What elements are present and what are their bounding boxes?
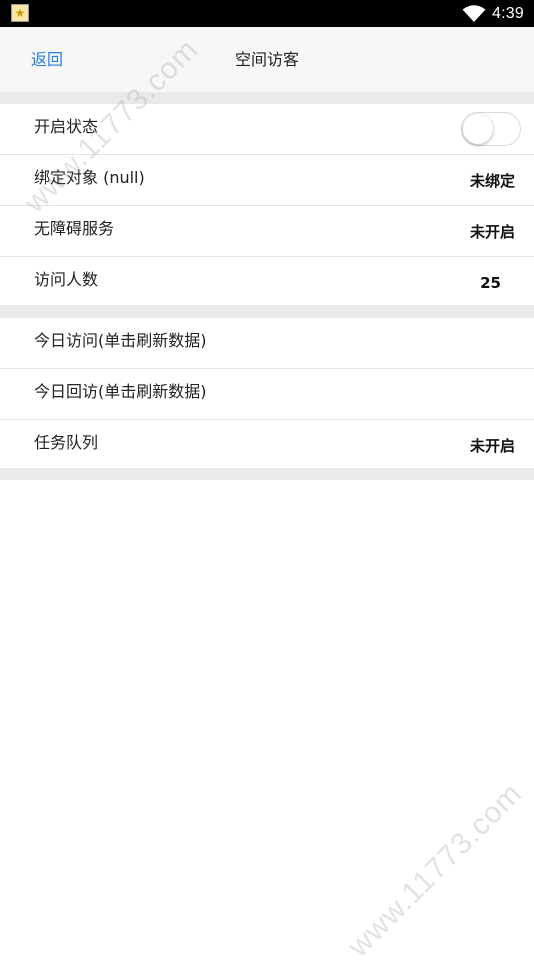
enable-toggle[interactable] — [461, 112, 521, 146]
row-value: 25 — [480, 274, 501, 292]
app-star-icon: ★ — [11, 4, 29, 22]
status-time: 4:39 — [492, 5, 524, 22]
row-label: 任务队列 — [34, 433, 99, 452]
nav-bar: 空间访客 返回 — [0, 27, 534, 92]
row-task-queue[interactable]: 任务队列 未开启 — [0, 420, 534, 470]
row-today-return-visits[interactable]: 今日回访(单击刷新数据) — [0, 369, 534, 420]
row-value: 未开启 — [469, 437, 515, 455]
section-divider — [0, 305, 534, 318]
page-title: 空间访客 — [234, 50, 299, 69]
watermark-text: www.11773.com — [342, 776, 529, 964]
row-value: 未绑定 — [469, 172, 515, 190]
row-today-visits[interactable]: 今日访问(单击刷新数据) — [0, 318, 534, 369]
section-divider — [0, 468, 534, 480]
row-label: 今日回访(单击刷新数据) — [34, 382, 207, 401]
row-label: 访问人数 — [34, 270, 99, 289]
row-label: 今日访问(单击刷新数据) — [34, 331, 207, 350]
toggle-knob — [463, 114, 493, 144]
section-divider — [0, 92, 534, 104]
row-visitor-count[interactable]: 访问人数 25 — [0, 257, 534, 307]
wifi-icon — [462, 5, 486, 22]
row-value: 未开启 — [469, 223, 515, 241]
row-accessibility-service[interactable]: 无障碍服务 未开启 — [0, 206, 534, 257]
settings-section-2: 今日访问(单击刷新数据) 今日回访(单击刷新数据) 任务队列 未开启 — [0, 318, 534, 468]
back-button[interactable]: 返回 — [31, 27, 63, 92]
status-bar: ★ 4:39 — [0, 0, 534, 27]
